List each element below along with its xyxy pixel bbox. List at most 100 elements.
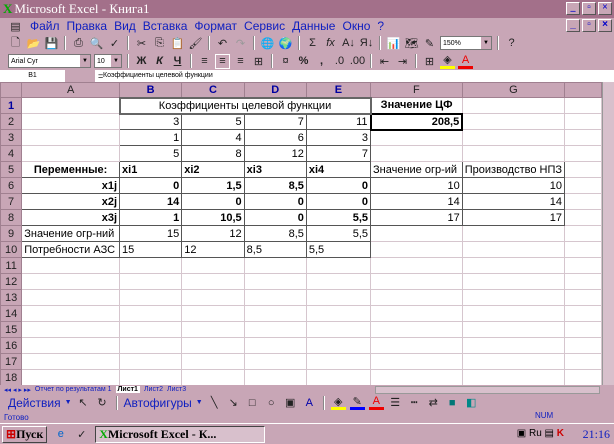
- cell[interactable]: [21, 145, 121, 162]
- cell[interactable]: [119, 273, 183, 290]
- cell[interactable]: [461, 225, 566, 242]
- cell[interactable]: 0: [181, 193, 245, 210]
- row-header[interactable]: 6: [0, 177, 23, 194]
- line-color-icon[interactable]: ✎: [349, 395, 365, 410]
- cell[interactable]: [564, 193, 602, 210]
- cell[interactable]: 15: [119, 241, 183, 258]
- cell[interactable]: [461, 321, 566, 338]
- cell[interactable]: [181, 305, 245, 322]
- map-icon[interactable]: 🗺: [404, 36, 419, 51]
- arrow-style-icon[interactable]: ⇄: [426, 395, 441, 410]
- cell[interactable]: [305, 305, 372, 322]
- web-toolbar-icon[interactable]: 🌍: [278, 36, 293, 51]
- cell[interactable]: [181, 257, 245, 274]
- cell[interactable]: 5,5: [305, 241, 372, 258]
- row-header[interactable]: 15: [0, 321, 23, 338]
- cell[interactable]: [21, 369, 121, 385]
- cell[interactable]: xi1: [119, 161, 183, 178]
- cell[interactable]: [564, 209, 602, 226]
- cut-icon[interactable]: ✂: [134, 36, 149, 51]
- cell[interactable]: 10: [461, 177, 566, 194]
- cell[interactable]: 5: [119, 145, 183, 162]
- row-header[interactable]: 1: [0, 97, 23, 114]
- line-style-icon[interactable]: ☰: [388, 395, 403, 410]
- autoshapes-menu[interactable]: Автофигуры: [124, 396, 192, 410]
- column-header[interactable]: G: [461, 82, 566, 98]
- minimize-button[interactable]: _: [566, 2, 580, 15]
- cell[interactable]: 14: [461, 193, 566, 210]
- font-color-icon[interactable]: A: [458, 54, 473, 69]
- cell[interactable]: 0: [243, 193, 307, 210]
- actions-menu[interactable]: Действия: [8, 396, 61, 410]
- menu-view[interactable]: Вид: [114, 19, 136, 33]
- cell[interactable]: [564, 369, 602, 385]
- cell[interactable]: [21, 289, 121, 306]
- row-header[interactable]: 4: [0, 145, 23, 162]
- cell[interactable]: 7: [305, 145, 372, 162]
- menu-data[interactable]: Данные: [292, 19, 335, 33]
- decrease-decimal-icon[interactable]: .00: [350, 54, 365, 69]
- cell[interactable]: 6: [243, 129, 307, 146]
- cell[interactable]: [370, 353, 463, 370]
- cell[interactable]: Потребности АЗС: [21, 241, 121, 258]
- cell[interactable]: [370, 129, 463, 146]
- cell[interactable]: Производство НПЗ: [461, 161, 566, 178]
- cell[interactable]: [181, 289, 245, 306]
- cell[interactable]: 12: [243, 145, 307, 162]
- dash-style-icon[interactable]: ┅: [407, 395, 422, 410]
- arrow-icon[interactable]: ↘: [226, 395, 241, 410]
- tab-scroll-buttons[interactable]: ◂◂ ◂ ▸ ▸▸: [4, 386, 31, 394]
- decrease-indent-icon[interactable]: ⇤: [377, 54, 392, 69]
- cell[interactable]: 12: [181, 241, 245, 258]
- row-header[interactable]: 10: [0, 241, 23, 258]
- cell[interactable]: [564, 305, 602, 322]
- align-left-icon[interactable]: ≡: [197, 54, 212, 69]
- cell[interactable]: [305, 337, 372, 354]
- row-header[interactable]: 18: [0, 369, 23, 385]
- merge-center-icon[interactable]: ⊞: [251, 54, 266, 69]
- cell[interactable]: [243, 305, 307, 322]
- cell[interactable]: [243, 273, 307, 290]
- cell[interactable]: [21, 353, 121, 370]
- cell[interactable]: [119, 337, 183, 354]
- menu-tools[interactable]: Сервис: [244, 19, 285, 33]
- cell[interactable]: [564, 225, 602, 242]
- cell[interactable]: [181, 337, 245, 354]
- sort-asc-icon[interactable]: A↓: [341, 36, 356, 51]
- cell[interactable]: [243, 369, 307, 385]
- cell[interactable]: [564, 145, 602, 162]
- row-header[interactable]: 5: [0, 161, 23, 178]
- cell[interactable]: 14: [370, 193, 463, 210]
- row-header[interactable]: 3: [0, 129, 23, 146]
- cell[interactable]: 8: [181, 145, 245, 162]
- cell[interactable]: [370, 369, 463, 385]
- redo-icon[interactable]: ↷: [233, 36, 248, 51]
- cell[interactable]: [119, 353, 183, 370]
- line-icon[interactable]: ╲: [207, 395, 222, 410]
- cell[interactable]: xi4: [305, 161, 372, 178]
- cell[interactable]: [564, 353, 602, 370]
- cell[interactable]: [564, 257, 602, 274]
- cell[interactable]: 14: [119, 193, 183, 210]
- rectangle-icon[interactable]: □: [245, 395, 260, 410]
- cell[interactable]: 7: [243, 113, 307, 130]
- menu-insert[interactable]: Вставка: [143, 19, 188, 33]
- row-header[interactable]: 2: [0, 113, 23, 130]
- doc-close-button[interactable]: ×: [598, 19, 612, 32]
- cell[interactable]: Значение огр-ий: [370, 161, 463, 178]
- zoom-select[interactable]: 150% ▼: [440, 36, 492, 50]
- tab-sheet1[interactable]: Лист1: [115, 386, 140, 393]
- cell[interactable]: [370, 225, 463, 242]
- cell[interactable]: [21, 273, 121, 290]
- cell[interactable]: [461, 353, 566, 370]
- row-header[interactable]: 8: [0, 209, 23, 226]
- borders-icon[interactable]: ⊞: [422, 54, 437, 69]
- cell[interactable]: 1,5: [181, 177, 245, 194]
- percent-button[interactable]: %: [296, 54, 311, 69]
- cell[interactable]: 8,5: [243, 225, 307, 242]
- column-header[interactable]: C: [181, 82, 245, 98]
- increase-indent-icon[interactable]: ⇥: [395, 54, 410, 69]
- cell[interactable]: [181, 369, 245, 385]
- cell[interactable]: [243, 321, 307, 338]
- doc-restore-button[interactable]: ▫: [582, 19, 596, 32]
